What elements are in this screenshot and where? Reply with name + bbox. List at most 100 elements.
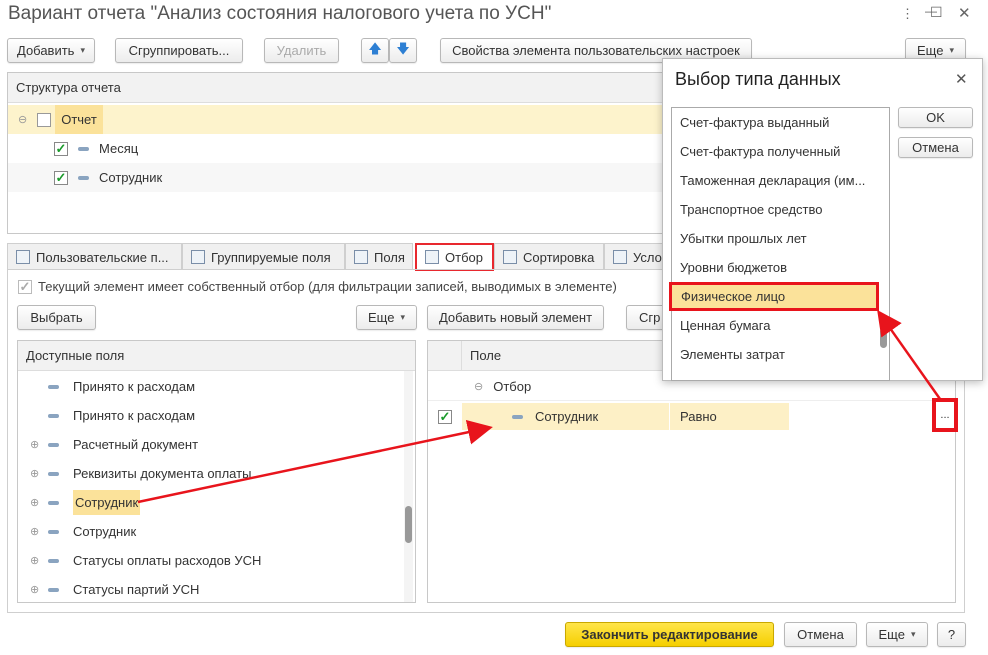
available-field-item[interactable]: ⊕ Сотрудник xyxy=(18,517,415,546)
more-button[interactable]: Еще xyxy=(866,622,928,647)
close-button[interactable]: ✕ xyxy=(958,4,971,22)
field-icon xyxy=(48,384,59,389)
field-icon xyxy=(48,471,59,476)
field-name: Сотрудник xyxy=(535,409,599,424)
expand-icon[interactable]: ⊕ xyxy=(30,554,40,567)
arrow-up-icon: 🡅 xyxy=(368,40,382,56)
expand-icon[interactable]: ⊕ xyxy=(30,583,40,596)
choose-type-button[interactable]: ... xyxy=(932,398,958,432)
move-up-button[interactable]: 🡅 xyxy=(361,38,389,63)
document-icon xyxy=(37,112,52,127)
expand-icon[interactable]: ⊕ xyxy=(30,525,40,538)
group-label: Отбор xyxy=(493,378,532,394)
available-field-item[interactable]: ⊕ Расчетный документ xyxy=(18,430,415,459)
add-button[interactable]: Добавить xyxy=(7,38,95,63)
cancel-button[interactable]: Отмена xyxy=(898,137,973,158)
type-list-item[interactable]: Таможенная декларация (им... xyxy=(672,166,877,195)
tab-user-fields[interactable]: Пользовательские п... xyxy=(7,243,182,270)
field-label: Принято к расходам xyxy=(73,379,196,394)
tab-filter[interactable]: Отбор xyxy=(415,243,494,271)
field-label: Статусы оплаты расходов УСН xyxy=(73,553,262,568)
help-button[interactable]: ? xyxy=(937,622,966,647)
field-label: Принято к расходам xyxy=(73,408,196,423)
collapse-icon[interactable]: ⊖ xyxy=(18,113,27,126)
own-filter-label: Текущий элемент имеет собственный отбор … xyxy=(38,279,617,294)
funnel-icon xyxy=(425,250,439,264)
scrollbar-thumb[interactable] xyxy=(880,328,887,348)
sort-icon xyxy=(503,250,517,264)
scrollbar[interactable] xyxy=(404,371,413,602)
tab-conditional[interactable]: Усло xyxy=(604,243,664,270)
structure-row-month[interactable]: ✓ Месяц xyxy=(8,134,706,163)
type-label: Элементы затрат xyxy=(680,347,785,362)
field-icon xyxy=(512,414,523,419)
type-list-item[interactable]: Физическое лицо xyxy=(669,282,879,311)
cancel-button[interactable]: Отмена xyxy=(784,622,857,647)
available-fields-tree: Доступные поля Принято к расходам Принято… xyxy=(17,340,416,603)
tab-label: Сортировка xyxy=(523,249,595,265)
type-label: Таможенная декларация (им... xyxy=(680,173,866,188)
checkbox[interactable]: ✓ xyxy=(54,141,68,156)
collapse-icon[interactable]: ⊖ xyxy=(474,380,483,393)
finish-editing-button[interactable]: Закончить редактирование xyxy=(565,622,774,647)
type-list: Счет-фактура выданный Счет-фактура получе… xyxy=(669,107,890,381)
available-field-item[interactable]: ⊕ Статусы оплаты расходов УСН xyxy=(18,546,415,575)
maximize-button[interactable]: ☐ xyxy=(930,4,943,21)
field-label: Сотрудник xyxy=(73,524,137,539)
type-list-item[interactable]: Счет-фактура выданный xyxy=(672,108,877,137)
type-list-item[interactable]: Счет-фактура полученный xyxy=(672,137,877,166)
type-selection-dialog: Выбор типа данных ✕ Счет-фактура выданны… xyxy=(662,58,983,381)
tab-label: Поля xyxy=(374,249,405,265)
tab-sorting[interactable]: Сортировка xyxy=(494,243,604,270)
checkbox[interactable]: ✓ xyxy=(54,170,68,185)
available-field-item[interactable]: Принято к расходам xyxy=(18,401,415,430)
type-list-item[interactable]: Уровни бюджетов xyxy=(672,253,877,282)
available-field-item[interactable]: Принято к расходам xyxy=(18,372,415,401)
delete-button[interactable]: Удалить xyxy=(264,38,339,63)
ok-button[interactable]: OK xyxy=(898,107,973,128)
available-field-item[interactable]: ⊕ Статусы партий УСН xyxy=(18,575,415,602)
checkbox[interactable]: ✓ xyxy=(438,409,452,424)
type-label: Ценная бумага xyxy=(680,318,771,333)
structure-row-report[interactable]: ⊖ Отчет xyxy=(8,105,706,134)
column-header-field: Поле xyxy=(470,348,502,363)
available-field-item[interactable]: ⊕ Сотрудник xyxy=(18,488,415,517)
ellipsis-icon: ... xyxy=(940,409,950,421)
close-icon[interactable]: ✕ xyxy=(955,70,968,88)
type-list-item[interactable]: Убытки прошлых лет xyxy=(672,224,877,253)
group-button[interactable]: Сгруппировать... xyxy=(115,38,243,63)
field-icon xyxy=(48,442,59,447)
type-list-item[interactable]: Элементы затрат xyxy=(672,340,877,369)
select-button[interactable]: Выбрать xyxy=(17,305,96,330)
add-new-element-button[interactable]: Добавить новый элемент xyxy=(427,305,604,330)
type-label: Физическое лицо xyxy=(681,289,786,304)
condition-value[interactable]: Равно xyxy=(669,403,789,430)
more-button[interactable]: Еще xyxy=(356,305,417,330)
scrollbar-thumb[interactable] xyxy=(405,506,412,543)
structure-row-employee[interactable]: ✓ Сотрудник xyxy=(8,163,706,192)
tree-header: Доступные поля xyxy=(18,341,415,371)
structure-panel: Структура отчета ⊖ Отчет ✓ Месяц ✓ Сотру… xyxy=(7,72,707,234)
field-label: Реквизиты документа оплаты xyxy=(73,466,252,481)
type-list-item[interactable]: Транспортное средство xyxy=(672,195,877,224)
tab-fields[interactable]: Поля xyxy=(345,243,413,270)
tab-grouping-fields[interactable]: Группируемые поля xyxy=(182,243,345,270)
formula-icon xyxy=(16,250,30,264)
tab-label: Отбор xyxy=(445,249,483,265)
available-field-item[interactable]: ⊕ Реквизиты документа оплаты xyxy=(18,459,415,488)
arrow-down-icon: 🡇 xyxy=(396,40,410,56)
type-list-item[interactable]: Ценная бумага xyxy=(672,311,877,340)
expand-icon[interactable]: ⊕ xyxy=(30,438,40,451)
structure-label: Отчет xyxy=(55,105,103,134)
filter-row[interactable]: ✓ Сотрудник Равно xyxy=(428,402,955,431)
checkbox[interactable]: ✓ xyxy=(18,279,32,294)
type-label: Счет-фактура выданный xyxy=(680,115,830,130)
move-down-button[interactable]: 🡇 xyxy=(389,38,417,63)
own-filter-checkbox[interactable]: ✓ Текущий элемент имеет собственный отбор… xyxy=(18,279,617,294)
expand-icon[interactable]: ⊕ xyxy=(30,467,40,480)
expand-icon[interactable]: ⊕ xyxy=(30,496,40,509)
more-icon[interactable]: ⋮ xyxy=(901,6,914,22)
scrollbar[interactable] xyxy=(879,128,888,358)
field-icon xyxy=(48,587,59,592)
field-label: Расчетный документ xyxy=(73,437,199,452)
